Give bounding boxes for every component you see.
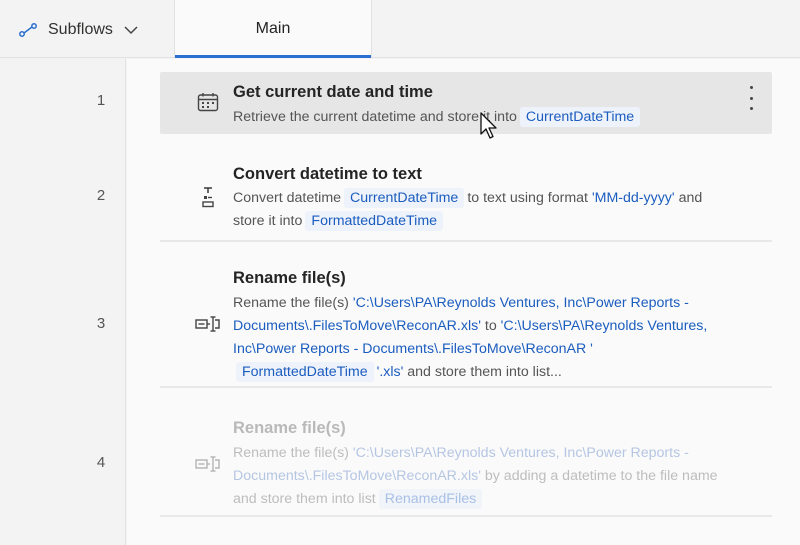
- line-number-4: 4: [96, 454, 106, 471]
- line-number-3: 3: [96, 315, 106, 332]
- step-title: Get current date and time: [233, 83, 433, 101]
- desc-text: to: [484, 318, 497, 334]
- more-options-icon[interactable]: [748, 86, 754, 110]
- step-title: Rename file(s): [233, 269, 346, 287]
- desc-text: and store them into list...: [407, 364, 562, 380]
- step-description: Convert datetime CurrentDateTime to text u…: [233, 187, 733, 233]
- rename-file-icon: [195, 451, 221, 477]
- step-description: Rename the file(s) 'C:\Users\PA\Reynolds…: [233, 292, 733, 384]
- tab-main-label: Main: [255, 20, 291, 37]
- subflows-dropdown[interactable]: Subflows: [18, 18, 139, 42]
- chevron-down-icon: [123, 25, 139, 35]
- action-step-1[interactable]: Get current date and time Retrieve the c…: [160, 72, 772, 134]
- line-number-1: 1: [96, 92, 106, 109]
- action-step-4[interactable]: Rename file(s) Rename the file(s) 'C:\Us…: [160, 405, 772, 517]
- line-number-gutter: [0, 59, 126, 545]
- step-title: Rename file(s): [233, 419, 346, 437]
- calendar-icon: [195, 89, 221, 115]
- divider: [371, 0, 372, 58]
- active-tab-indicator: [175, 55, 371, 58]
- variable-token[interactable]: FormattedDateTime: [305, 211, 444, 231]
- variable-token[interactable]: CurrentDateTime: [344, 188, 465, 208]
- action-step-2[interactable]: Convert datetime to text Convert datetim…: [160, 152, 772, 242]
- step-title: Convert datetime to text: [233, 165, 422, 183]
- variable-token[interactable]: RenamedFiles: [378, 489, 483, 509]
- desc-text: Retrieve the current datetime and store …: [233, 109, 517, 125]
- desc-text: to text using format: [467, 190, 588, 206]
- desc-text: Convert datetime: [233, 190, 342, 206]
- variable-token[interactable]: CurrentDateTime: [519, 107, 641, 127]
- string-literal: '.xls': [376, 364, 404, 380]
- action-step-3[interactable]: Rename file(s) Rename the file(s) 'C:\Us…: [160, 258, 772, 388]
- tab-main[interactable]: Main: [175, 0, 371, 58]
- string-literal: 'MM-dd-yyyy': [591, 190, 675, 206]
- subflows-icon: [18, 22, 38, 38]
- variable-token[interactable]: FormattedDateTime: [236, 362, 374, 382]
- rename-file-icon: [195, 311, 221, 337]
- line-number-2: 2: [96, 187, 106, 204]
- subflows-label: Subflows: [48, 21, 113, 38]
- step-description: Rename the file(s) 'C:\Users\PA\Reynolds…: [233, 442, 723, 511]
- desc-text: Rename the file(s): [233, 445, 349, 461]
- convert-text-icon: [195, 184, 221, 210]
- desc-text: Rename the file(s): [233, 295, 349, 311]
- mouse-cursor-icon: [480, 112, 498, 145]
- top-bar: Subflows Main: [0, 0, 800, 58]
